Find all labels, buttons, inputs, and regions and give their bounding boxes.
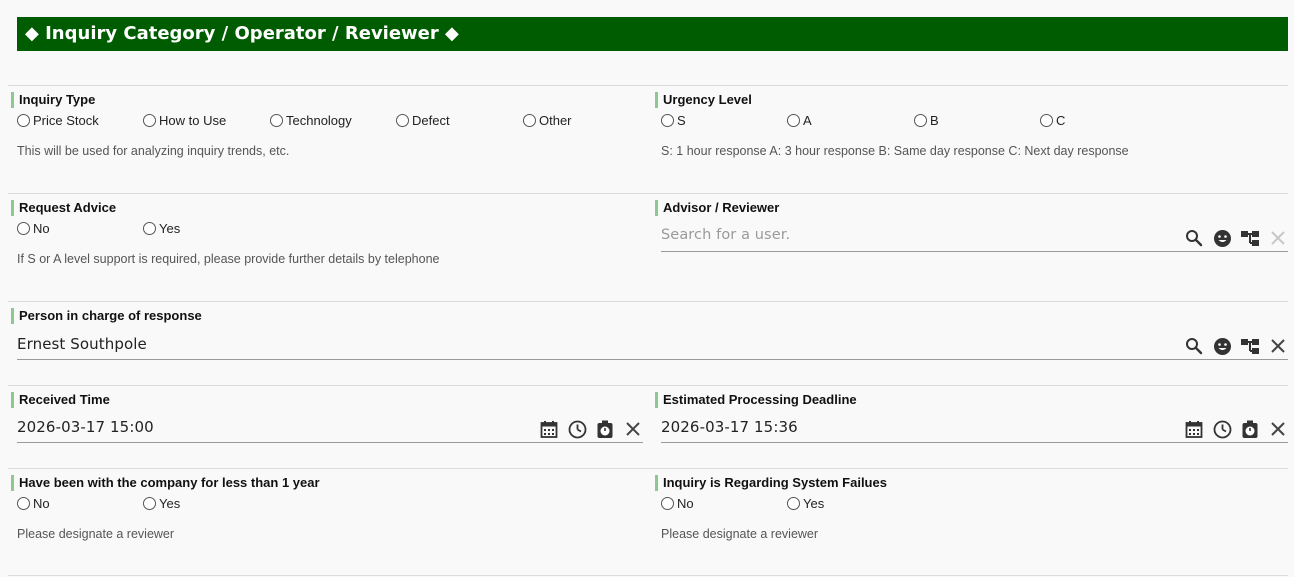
less-than-year-help: Please designate a reviewer <box>17 527 175 541</box>
radio-circle[interactable] <box>914 114 927 127</box>
smiley-icon[interactable] <box>1212 228 1232 248</box>
radio-less-than-year-no[interactable]: No <box>17 496 50 511</box>
person-in-charge-value[interactable]: Ernest Southpole <box>17 335 147 353</box>
radio-system-failures-yes[interactable]: Yes <box>787 496 824 511</box>
radio-defect[interactable]: Defect <box>396 113 450 128</box>
received-time-value[interactable]: 2026-03-17 15:00 <box>17 418 154 436</box>
radio-circle[interactable] <box>787 114 800 127</box>
clock-icon[interactable] <box>1212 419 1232 439</box>
system-failures-label: Inquiry is Regarding System Failues <box>655 475 887 491</box>
smiley-icon[interactable] <box>1212 336 1232 356</box>
radio-less-than-year-yes[interactable]: Yes <box>143 496 180 511</box>
person-in-charge-field: Ernest Southpole <box>17 332 1288 360</box>
radio-system-failures-no[interactable]: No <box>661 496 694 511</box>
received-time-field: 2026-03-17 15:00 <box>17 415 643 443</box>
radio-circle[interactable] <box>270 114 283 127</box>
calendar-icon[interactable] <box>539 419 559 439</box>
deadline-icons <box>1176 419 1288 439</box>
radio-circle[interactable] <box>17 497 30 510</box>
org-tree-icon[interactable] <box>1240 336 1260 356</box>
timer-icon[interactable] <box>1240 419 1260 439</box>
urgency-level-label: Urgency Level <box>655 92 752 108</box>
clock-icon[interactable] <box>567 419 587 439</box>
inquiry-type-label: Inquiry Type <box>11 92 95 108</box>
received-time-label: Received Time <box>11 392 110 408</box>
system-failures-help: Please designate a reviewer <box>661 527 819 541</box>
radio-circle[interactable] <box>523 114 536 127</box>
org-tree-icon[interactable] <box>1240 228 1260 248</box>
radio-urgency-a[interactable]: A <box>787 113 812 128</box>
radio-circle[interactable] <box>661 497 674 510</box>
radio-circle[interactable] <box>1040 114 1053 127</box>
radio-circle[interactable] <box>143 497 156 510</box>
radio-advice-no[interactable]: No <box>17 221 50 236</box>
radio-circle[interactable] <box>661 114 674 127</box>
search-icon[interactable] <box>1184 228 1204 248</box>
advisor-field-icons <box>1176 228 1288 248</box>
radio-other[interactable]: Other <box>523 113 572 128</box>
close-icon[interactable] <box>623 419 643 439</box>
radio-circle[interactable] <box>17 222 30 235</box>
radio-circle[interactable] <box>17 114 30 127</box>
person-field-icons <box>1176 336 1288 356</box>
deadline-field: 2026-03-17 15:36 <box>661 415 1288 443</box>
radio-urgency-c[interactable]: C <box>1040 113 1065 128</box>
divider <box>8 301 1288 302</box>
close-icon[interactable] <box>1268 228 1288 248</box>
radio-advice-yes[interactable]: Yes <box>143 221 180 236</box>
divider <box>8 193 1288 194</box>
request-advice-label: Request Advice <box>11 200 116 216</box>
search-icon[interactable] <box>1184 336 1204 356</box>
radio-urgency-s[interactable]: S <box>661 113 686 128</box>
radio-technology[interactable]: Technology <box>270 113 352 128</box>
advisor-reviewer-field <box>661 224 1288 252</box>
radio-circle[interactable] <box>396 114 409 127</box>
radio-how-to-use[interactable]: How to Use <box>143 113 226 128</box>
divider <box>8 575 1288 576</box>
deadline-value[interactable]: 2026-03-17 15:36 <box>661 418 798 436</box>
divider <box>8 468 1288 469</box>
request-advice-help: If S or A level support is required, ple… <box>17 252 440 266</box>
inquiry-type-help: This will be used for analyzing inquiry … <box>17 144 290 158</box>
timer-icon[interactable] <box>595 419 615 439</box>
radio-circle[interactable] <box>143 222 156 235</box>
divider <box>8 385 1288 386</box>
radio-circle[interactable] <box>787 497 800 510</box>
radio-price-stock[interactable]: Price Stock <box>17 113 99 128</box>
advisor-reviewer-label: Advisor / Reviewer <box>655 200 779 216</box>
person-in-charge-label: Person in charge of response <box>11 308 202 324</box>
section-header: ◆ Inquiry Category / Operator / Reviewer… <box>17 17 1288 51</box>
radio-urgency-b[interactable]: B <box>914 113 939 128</box>
close-icon[interactable] <box>1268 419 1288 439</box>
less-than-year-label: Have been with the company for less than… <box>11 475 320 491</box>
close-icon[interactable] <box>1268 336 1288 356</box>
received-time-icons <box>531 419 643 439</box>
calendar-icon[interactable] <box>1184 419 1204 439</box>
deadline-label: Estimated Processing Deadline <box>655 392 857 408</box>
urgency-help: S: 1 hour response A: 3 hour response B:… <box>661 144 1129 158</box>
radio-circle[interactable] <box>143 114 156 127</box>
advisor-search-input[interactable] <box>661 227 1141 243</box>
divider <box>8 85 1288 86</box>
